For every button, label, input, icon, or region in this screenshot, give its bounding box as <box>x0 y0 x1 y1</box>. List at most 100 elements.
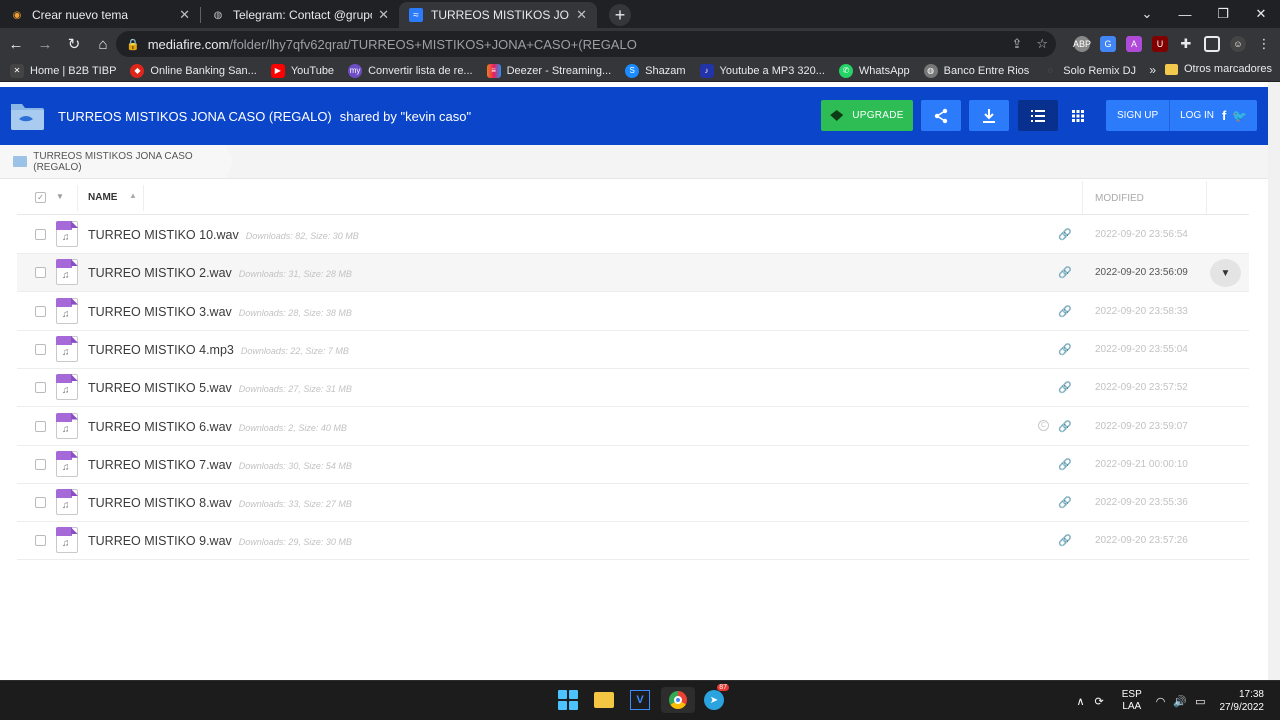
start-button[interactable] <box>555 687 581 713</box>
forward-icon[interactable]: → <box>32 31 58 57</box>
volume-icon[interactable]: 🔊 <box>1173 695 1187 708</box>
new-tab-button[interactable]: + <box>609 4 631 26</box>
minimize-icon[interactable]: — <box>1166 0 1204 28</box>
bookmark-online-banking[interactable]: ◆ Online Banking San... <box>130 63 257 78</box>
row-checkbox[interactable] <box>35 229 46 240</box>
reload-icon[interactable]: ↻ <box>61 31 87 57</box>
breadcrumb-folder[interactable]: TURREOS MISTIKOS JONA CASO (REGALO) <box>0 145 233 178</box>
abp-extension-icon[interactable]: ABP <box>1073 36 1091 52</box>
upgrade-button[interactable]: UPGRADE <box>821 100 913 131</box>
clock[interactable]: 17:38 27/9/2022 <box>1220 688 1265 714</box>
chevron-up-icon[interactable]: ∧ <box>1076 695 1084 708</box>
file-name[interactable]: TURREO MISTIKO 3.wav Downloads: 28, Size:… <box>88 305 352 319</box>
facebook-icon[interactable]: f <box>1222 108 1226 123</box>
url-bar[interactable]: 🔒 mediafire.com /folder/lhy7qfv62qrat/TU… <box>116 31 1056 57</box>
translate-extension-icon[interactable]: G <box>1100 36 1116 52</box>
tab-mediafire[interactable]: ≈ TURREOS MISTIKOS JONA CASO ✕ <box>399 2 597 28</box>
more-bookmarks-button[interactable]: » <box>1149 63 1156 77</box>
file-name[interactable]: TURREO MISTIKO 4.mp3 Downloads: 22, Size:… <box>88 343 349 357</box>
column-name-header[interactable]: NAME <box>88 192 117 203</box>
link-icon[interactable]: 🔗 <box>1058 420 1072 433</box>
vegas-app-button[interactable]: V <box>627 687 653 713</box>
link-icon[interactable]: 🔗 <box>1058 381 1072 394</box>
back-icon[interactable]: ← <box>3 31 29 57</box>
profile-avatar[interactable]: ☺ <box>1230 36 1246 52</box>
share-button[interactable] <box>921 100 961 131</box>
link-icon[interactable]: 🔗 <box>1058 343 1072 356</box>
bookmark-whatsapp[interactable]: ✆ WhatsApp <box>838 63 910 78</box>
bookmark-banco-entre-rios[interactable]: ◍ Banco Entre Rios <box>923 63 1029 78</box>
file-name[interactable]: TURREO MISTIKO 6.wav Downloads: 2, Size: … <box>88 420 347 434</box>
tab-crear-nuevo-tema[interactable]: ◉ Crear nuevo tema ✕ <box>0 2 200 28</box>
link-icon[interactable]: 🔗 <box>1058 228 1072 241</box>
close-tab-icon[interactable]: ✕ <box>378 7 389 23</box>
table-row[interactable]: ♫ TURREO MISTIKO 4.mp3 Downloads: 22, Size… <box>17 331 1249 369</box>
row-checkbox[interactable] <box>35 497 46 509</box>
page-scrollbar[interactable] <box>1268 82 1280 680</box>
lock-icon[interactable]: 🔒 <box>126 38 140 51</box>
home-icon[interactable]: ⌂ <box>90 31 116 57</box>
link-icon[interactable]: 🔗 <box>1058 458 1072 471</box>
bookmark-deezer[interactable]: ≡ Deezer - Streaming... <box>486 63 611 78</box>
chrome-taskbar-button[interactable] <box>661 687 695 713</box>
row-checkbox[interactable] <box>35 420 46 432</box>
copyright-icon[interactable]: C <box>1038 419 1049 431</box>
link-icon[interactable]: 🔗 <box>1058 266 1072 279</box>
bookmark-star-icon[interactable]: ☆ <box>1036 36 1048 52</box>
menu-dots-icon[interactable]: ⋮ <box>1256 36 1272 52</box>
share-page-icon[interactable]: ⇪ <box>1011 36 1022 52</box>
table-row[interactable]: ♫ TURREO MISTIKO 2.wav Downloads: 31, Size… <box>17 254 1249 293</box>
grid-view-button[interactable] <box>1058 100 1098 131</box>
row-checkbox[interactable] <box>35 382 46 394</box>
tab-telegram[interactable]: ◍ Telegram: Contact @grupodedjs ✕ <box>201 2 399 28</box>
sort-ascending-icon[interactable]: ▲ <box>129 191 137 200</box>
bookmark-home-b2b[interactable]: ✕ Home | B2B TIBP <box>10 63 116 78</box>
row-menu-button[interactable]: ▼ <box>1210 259 1241 288</box>
bookmark-shazam[interactable]: S Shazam <box>625 63 686 78</box>
bookmark-youtube-mp3[interactable]: ♪ Youtube a MP3 320... <box>699 63 825 78</box>
link-icon[interactable]: 🔗 <box>1058 305 1072 318</box>
restore-icon[interactable]: ❐ <box>1204 0 1242 28</box>
file-name[interactable]: TURREO MISTIKO 8.wav Downloads: 33, Size:… <box>88 496 352 510</box>
sync-icon[interactable]: ⟳ <box>1095 695 1104 708</box>
close-tab-icon[interactable]: ✕ <box>179 7 190 23</box>
twitter-icon[interactable]: 🐦 <box>1232 109 1247 123</box>
ublock-extension-icon[interactable]: U <box>1152 36 1168 52</box>
table-row[interactable]: ♫ TURREO MISTIKO 3.wav Downloads: 28, Size… <box>17 293 1249 331</box>
file-name[interactable]: TURREO MISTIKO 9.wav Downloads: 29, Size:… <box>88 534 352 548</box>
file-explorer-button[interactable] <box>591 687 617 713</box>
select-menu-caret-icon[interactable]: ▼ <box>56 192 64 201</box>
telegram-taskbar-button[interactable]: ➤ 87 <box>701 684 729 713</box>
sidebar-icon[interactable] <box>1204 36 1220 52</box>
a-extension-icon[interactable]: A <box>1126 36 1142 52</box>
list-view-button[interactable] <box>1018 100 1058 131</box>
bookmark-solo-remix[interactable]: ◌ Solo Remix DJ <box>1043 63 1136 78</box>
file-name[interactable]: TURREO MISTIKO 10.wav Downloads: 82, Size… <box>88 228 359 242</box>
download-button[interactable] <box>969 100 1009 131</box>
wifi-icon[interactable]: ◠ <box>1156 695 1166 708</box>
other-bookmarks[interactable]: Otros marcadores <box>1164 63 1272 75</box>
table-row[interactable]: ♫ TURREO MISTIKO 8.wav Downloads: 33, Size… <box>17 484 1249 523</box>
table-row[interactable]: ♫ TURREO MISTIKO 9.wav Downloads: 29, Size… <box>17 522 1249 561</box>
table-row[interactable]: ♫ TURREO MISTIKO 10.wav Downloads: 82, Siz… <box>17 216 1249 254</box>
bookmark-youtube[interactable]: ▶ YouTube <box>270 63 334 78</box>
file-name[interactable]: TURREO MISTIKO 7.wav Downloads: 30, Size:… <box>88 458 352 472</box>
file-name[interactable]: TURREO MISTIKO 2.wav Downloads: 31, Size:… <box>88 266 352 280</box>
row-checkbox[interactable] <box>35 305 46 317</box>
close-tab-icon[interactable]: ✕ <box>576 7 587 23</box>
column-modified-header[interactable]: MODIFIED <box>1095 193 1144 204</box>
select-all-checkbox[interactable]: ✓ <box>35 192 46 203</box>
log-in-button[interactable]: LOG IN <box>1180 110 1214 121</box>
bookmark-convertir[interactable]: my Convertir lista de re... <box>348 63 473 78</box>
link-icon[interactable]: 🔗 <box>1058 534 1072 547</box>
battery-icon[interactable]: ▭ <box>1195 695 1205 708</box>
table-row[interactable]: ♫ TURREO MISTIKO 5.wav Downloads: 27, Size… <box>17 369 1249 408</box>
link-icon[interactable]: 🔗 <box>1058 496 1072 509</box>
row-checkbox[interactable] <box>35 343 46 355</box>
close-window-icon[interactable]: ✕ <box>1242 0 1280 28</box>
table-row[interactable]: ♫ TURREO MISTIKO 7.wav Downloads: 30, Size… <box>17 446 1249 484</box>
table-row[interactable]: ♫ TURREO MISTIKO 6.wav Downloads: 2, Size:… <box>17 408 1249 446</box>
language-indicator[interactable]: ESP LAA <box>1122 689 1142 713</box>
puzzle-icon[interactable]: ✚ <box>1178 36 1194 52</box>
sign-up-button[interactable]: SIGN UP <box>1106 110 1169 121</box>
